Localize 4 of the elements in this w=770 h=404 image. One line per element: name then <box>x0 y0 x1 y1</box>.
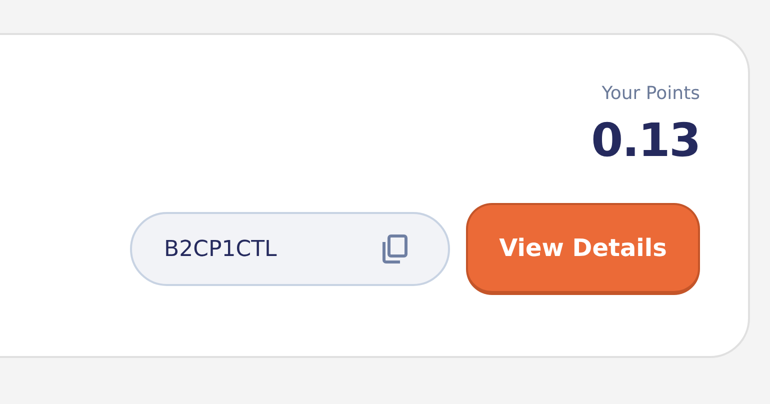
referral-code-field[interactable]: B2CP1CTL <box>130 212 450 286</box>
points-value: 0.13 <box>591 117 700 163</box>
copy-icon[interactable] <box>380 234 408 264</box>
points-label: Your Points <box>602 85 700 103</box>
